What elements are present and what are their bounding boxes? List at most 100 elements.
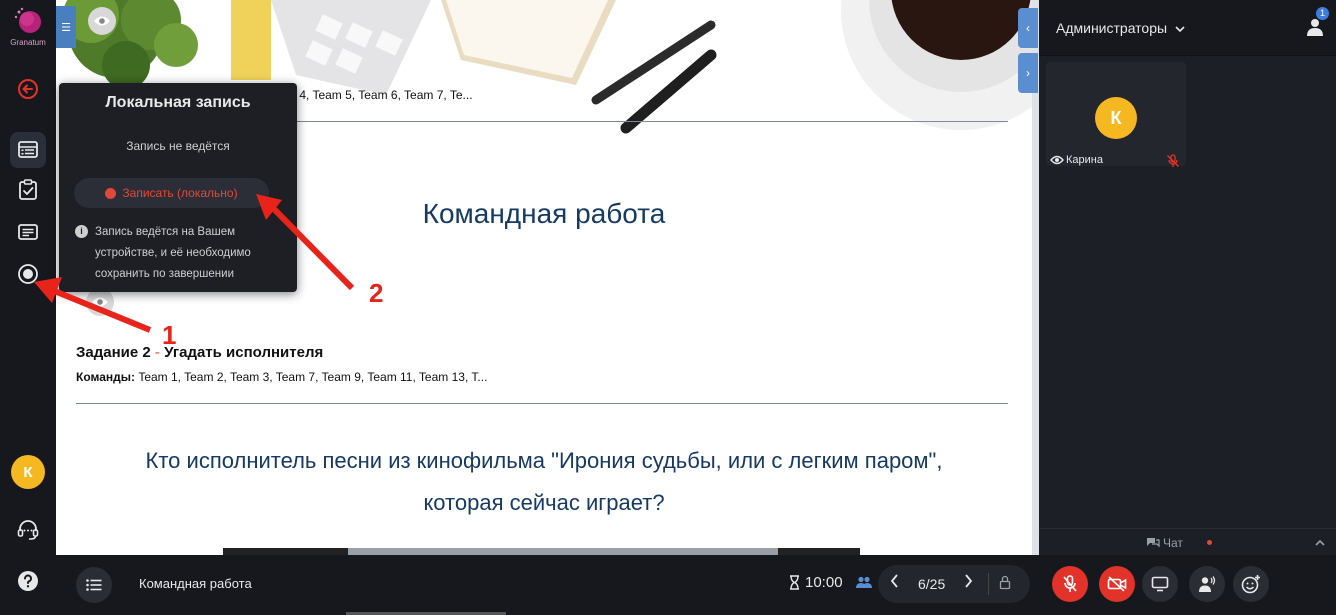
logo-icon xyxy=(14,7,41,33)
question-line-1: Кто исполнитель песни из кинофильма "Иро… xyxy=(145,448,943,473)
record-button[interactable] xyxy=(10,256,46,292)
page-counter: 6/25 xyxy=(918,576,946,592)
record-icon xyxy=(18,264,38,284)
screen-share-button[interactable] xyxy=(1142,566,1178,602)
participants-panel: Администраторы 1 К Карина Чат xyxy=(1039,0,1336,555)
logo-text: Granatum xyxy=(10,38,46,47)
chevron-left-icon xyxy=(890,574,898,588)
exit-button[interactable] xyxy=(10,71,46,107)
help-button[interactable] xyxy=(10,563,46,599)
bottom-toolbar: Командная работа 10:00 6/25 xyxy=(56,555,1336,615)
arrow-1-number: 1 xyxy=(162,320,177,350)
slides-list-button[interactable] xyxy=(76,567,112,603)
next-slide-button[interactable] xyxy=(964,574,973,593)
raise-hand-button[interactable] xyxy=(1189,566,1225,602)
presentation-icon xyxy=(18,141,38,158)
mic-off-icon xyxy=(1167,154,1179,167)
eye-icon xyxy=(92,297,108,307)
participants-header: Администраторы 1 xyxy=(1039,0,1336,56)
chevron-right-icon: › xyxy=(1026,66,1030,80)
video-preview[interactable] xyxy=(223,548,860,555)
pager-separator xyxy=(988,573,989,595)
emoji-add-icon xyxy=(1241,575,1260,594)
chat-icon xyxy=(1147,538,1160,548)
video-tiles-area: К Карина xyxy=(1039,56,1336,528)
clipboard-check-icon xyxy=(19,179,37,200)
collapse-panel-button[interactable]: ‹ xyxy=(1018,8,1038,48)
tasks-button[interactable] xyxy=(10,172,46,208)
chat-unread-dot xyxy=(1207,540,1212,545)
exit-icon xyxy=(18,79,38,99)
eye-icon xyxy=(94,16,110,26)
info-line-3: сохранить по завершении xyxy=(95,268,234,280)
local-recording-popup: Локальная запись Запись не ведётся Запис… xyxy=(59,83,297,292)
mic-off-icon xyxy=(1063,575,1077,592)
participant-tile[interactable]: К Карина xyxy=(1046,62,1186,167)
user-avatar[interactable]: К xyxy=(11,455,45,489)
chat-bar[interactable]: Чат xyxy=(1039,528,1336,555)
chevron-left-icon: ‹ xyxy=(1026,21,1030,35)
visibility-toggle-2[interactable] xyxy=(86,288,114,316)
notes-button[interactable] xyxy=(10,214,46,250)
chevron-up-icon[interactable] xyxy=(1315,535,1325,549)
slide-menu-toggle[interactable]: ☰ xyxy=(56,6,76,48)
participant-avatar: К xyxy=(1095,97,1137,139)
monitor-icon xyxy=(1151,576,1169,592)
recording-status: Запись не ведётся xyxy=(126,139,230,153)
help-icon xyxy=(18,571,38,591)
popup-title: Локальная запись xyxy=(105,94,251,111)
visibility-toggle-1[interactable] xyxy=(88,7,116,35)
chat-label: Чат xyxy=(1163,536,1183,550)
record-locally-button[interactable]: Записать (локально) xyxy=(74,178,269,208)
left-sidebar: Granatum К xyxy=(0,0,56,615)
record-locally-label: Записать (локально) xyxy=(122,186,238,200)
slide-pager: 6/25 xyxy=(878,565,1030,603)
info-line-2: устройстве, и её необходимо xyxy=(95,247,251,259)
video-frame xyxy=(348,548,778,555)
presentation-button[interactable] xyxy=(10,132,46,168)
info-icon: i xyxy=(75,225,88,238)
participants-icon[interactable] xyxy=(1307,18,1323,36)
lock-navigation-button[interactable] xyxy=(999,575,1011,595)
recording-info: i Запись ведётся на Вашем устройстве, и … xyxy=(75,222,285,285)
task1-teams-text: m 4, Team 5, Team 6, Team 7, Te... xyxy=(286,88,473,102)
camera-toggle[interactable] xyxy=(1099,566,1135,602)
headset-icon xyxy=(17,520,39,540)
chevron-down-icon xyxy=(1175,26,1185,33)
task2-teams-label: Команды: xyxy=(76,370,135,384)
group-selector-label: Администраторы xyxy=(1056,20,1168,36)
expand-panel-button[interactable]: › xyxy=(1018,53,1038,93)
granatum-logo: Granatum xyxy=(6,6,50,54)
eye-icon xyxy=(1050,155,1064,165)
divider-2 xyxy=(76,403,1008,404)
list-icon xyxy=(86,579,102,591)
hamburger-icon: ☰ xyxy=(61,21,71,34)
timer-value: 10:00 xyxy=(805,574,843,591)
notes-icon xyxy=(18,224,38,240)
hourglass-icon xyxy=(790,575,799,590)
arrow-2-number: 2 xyxy=(369,278,384,308)
user-voice-icon xyxy=(1199,576,1216,592)
question-line-2: которая сейчас играет? xyxy=(423,490,665,515)
support-button[interactable] xyxy=(10,512,46,548)
task2-name: Угадать исполнителя xyxy=(164,344,324,361)
timer[interactable]: 10:00 xyxy=(789,574,843,591)
current-slide-title: Командная работа xyxy=(139,576,252,591)
prev-slide-button[interactable] xyxy=(890,574,899,593)
participants-group-icon xyxy=(856,576,872,588)
task2-number: Задание 2 xyxy=(76,344,151,361)
question-text: Кто исполнитель песни из кинофильма "Иро… xyxy=(56,440,1032,524)
record-dot-icon xyxy=(105,187,117,199)
reactions-button[interactable] xyxy=(1233,566,1269,602)
group-selector[interactable]: Администраторы xyxy=(1056,20,1185,36)
participant-name: Карина xyxy=(1066,154,1103,166)
lock-icon xyxy=(999,575,1011,590)
chevron-right-icon xyxy=(965,574,973,588)
participants-count-badge: 1 xyxy=(1316,7,1329,20)
task2-teams-value: Team 1, Team 2, Team 3, Team 7, Team 9, … xyxy=(135,370,488,384)
task2-teams: Команды: Team 1, Team 2, Team 3, Team 7,… xyxy=(76,370,487,384)
microphone-toggle[interactable] xyxy=(1052,566,1088,602)
camera-off-icon xyxy=(1107,576,1127,592)
info-line-1: Запись ведётся на Вашем xyxy=(95,226,236,238)
task2-title: Задание 2 - Угадать исполнителя xyxy=(76,344,323,361)
